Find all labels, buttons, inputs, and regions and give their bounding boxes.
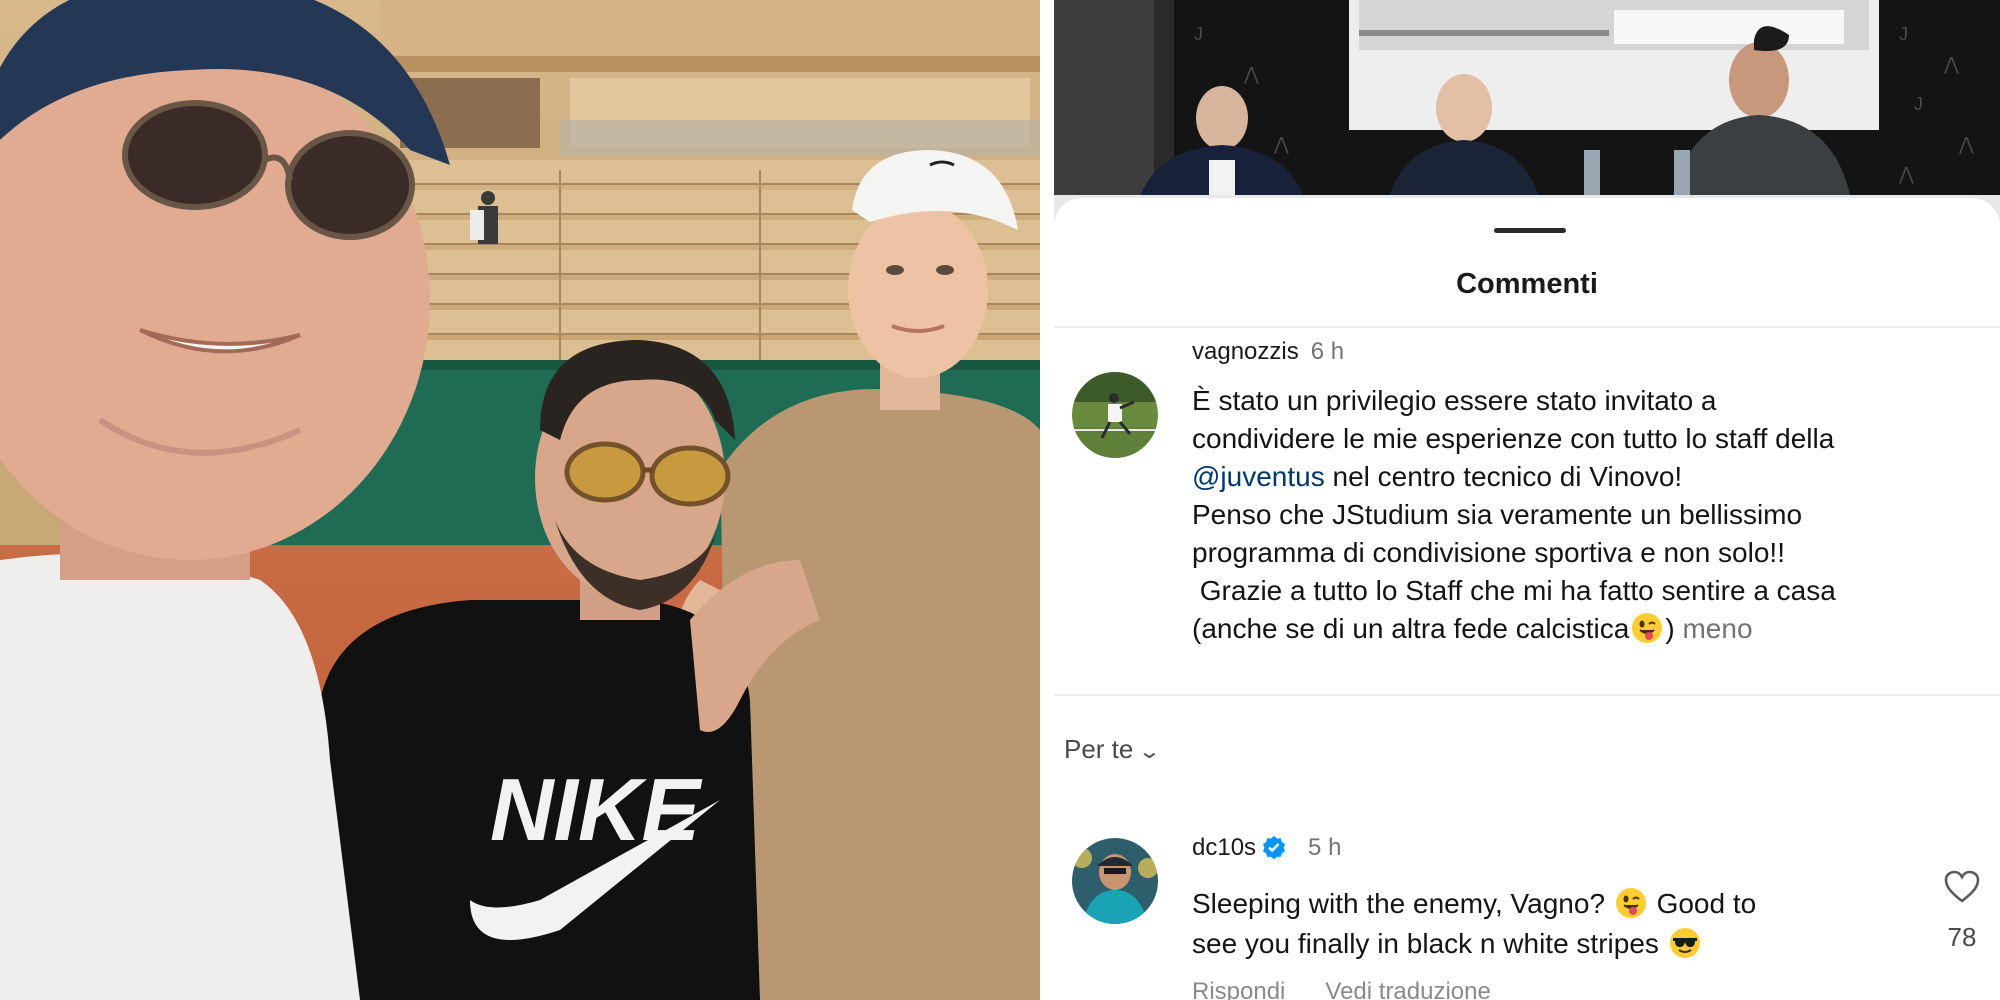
caption-line: È stato un privilegio essere stato invit… [1192, 385, 1717, 416]
sheet-title: Commenti [1456, 268, 1598, 300]
drag-handle[interactable] [1494, 228, 1566, 233]
post-time: 6 h [1310, 338, 1345, 365]
chevron-down-icon: ⌄ [1138, 741, 1162, 763]
reply-text-part: Good to [1648, 888, 1757, 919]
caption-line: condividere le mie esperienze con tutto … [1192, 423, 1835, 454]
svg-text:⋀: ⋀ [1898, 164, 1914, 184]
image-divider [1040, 0, 1054, 1000]
svg-text:J: J [1914, 94, 1923, 114]
svg-text:J: J [1194, 24, 1203, 44]
reply-line: Sleeping with the enemy, Vagno? Good to [1192, 884, 1882, 924]
reply-actions: Rispondi Vedi traduzione [1192, 978, 1531, 1000]
reply-text-part: Sleeping with the enemy, Vagno? [1192, 888, 1606, 919]
winking-tongue-emoji [1632, 613, 1663, 643]
reply-button[interactable]: Rispondi [1192, 978, 1285, 1000]
caption-line: programma di condivisione sportiva e non… [1192, 537, 1785, 568]
reply-line: see you finally in black n white stripes [1192, 924, 1882, 964]
reply-text-part: see you finally in black n white stripes [1192, 928, 1659, 959]
svg-text:⋀: ⋀ [1958, 134, 1974, 154]
heart-icon[interactable] [1944, 870, 1980, 904]
svg-text:NIKE: NIKE [490, 760, 703, 859]
reply-author[interactable]: dc10s 5 h [1192, 834, 1341, 862]
selfie-photo: NIKE [0, 0, 1040, 1000]
post-author-username[interactable]: vagnozzis [1192, 338, 1299, 365]
caption-text: ) [1665, 613, 1675, 644]
caption-text: (anche se di un altra fede calcistica [1192, 613, 1630, 644]
post-caption: È stato un privilegio essere stato invit… [1192, 382, 1992, 648]
header-divider [1054, 326, 2000, 328]
comment-sort-filter[interactable]: Per te ⌄ [1064, 734, 1162, 765]
see-translation-button[interactable]: Vedi traduzione [1325, 978, 1490, 1000]
sunglasses-emoji [1669, 928, 1700, 958]
sort-filter-label: Per te [1064, 734, 1134, 764]
verified-badge-icon [1263, 836, 1286, 859]
section-divider [1054, 694, 2000, 696]
like-count: 78 [1947, 922, 1977, 952]
less-link[interactable]: meno [1682, 613, 1752, 644]
caption-line: Penso che JStudium sia veramente un bell… [1192, 499, 1803, 530]
reply-time: 5 h [1308, 834, 1342, 861]
instagram-comments-screenshot: J⋀J ⋀J⋀ J⋀⋀ Commenti [1054, 0, 2000, 1000]
caption-line: @juventus nel centro tecnico di Vinovo! [1192, 458, 1992, 496]
caption-text: nel centro tecnico di Vinovo! [1324, 461, 1683, 492]
winking-tongue-emoji [1615, 888, 1646, 918]
avatar-dc10s[interactable] [1072, 838, 1158, 924]
svg-text:⋀: ⋀ [1243, 64, 1259, 84]
caption-line: (anche se di un altra fede calcistica) m… [1192, 610, 1992, 648]
svg-text:⋀: ⋀ [1943, 54, 1959, 74]
mention-juventus[interactable]: @juventus [1192, 461, 1325, 492]
post-author[interactable]: vagnozzis 6 h [1192, 338, 1344, 366]
reply-text: Sleeping with the enemy, Vagno? Good to … [1192, 884, 1882, 964]
reply-author-username[interactable]: dc10s [1192, 834, 1256, 861]
svg-text:J: J [1899, 24, 1908, 44]
avatar-vagnozzis[interactable] [1072, 372, 1158, 458]
svg-text:⋀: ⋀ [1273, 134, 1289, 154]
caption-line: Grazie a tutto lo Staff che mi ha fatto … [1192, 575, 1836, 606]
press-conference-video: J⋀J ⋀J⋀ J⋀⋀ [1054, 0, 2000, 220]
